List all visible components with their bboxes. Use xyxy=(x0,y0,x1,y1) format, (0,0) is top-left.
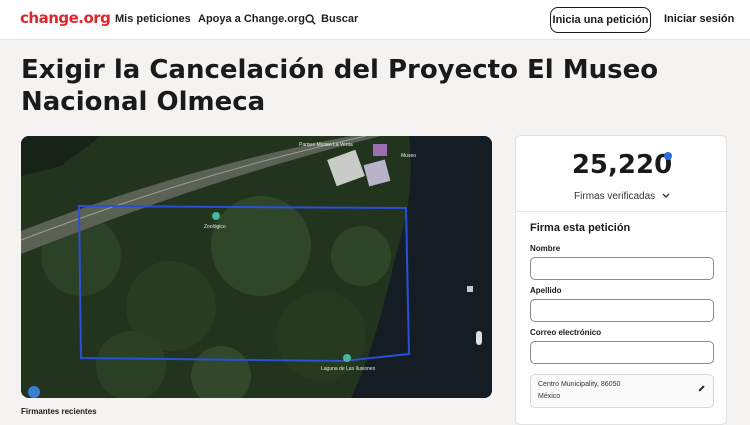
login-link[interactable]: Iniciar sesión xyxy=(664,13,734,25)
map-label-lagoon: Laguna de Las Ilusiones xyxy=(321,366,376,372)
pencil-icon[interactable] xyxy=(697,384,706,393)
email-field[interactable] xyxy=(530,341,714,364)
signature-card: 25,220 Firmas verificadas Firma esta pet… xyxy=(515,135,728,425)
verified-check-icon xyxy=(664,152,672,160)
petition-title: Exigir la Cancelación del Proyecto El Mu… xyxy=(21,55,659,117)
chevron-down-icon xyxy=(662,193,670,198)
nav-support-change[interactable]: Apoya a Change.org xyxy=(198,13,305,25)
location-country: México xyxy=(538,393,561,400)
recent-signers-heading: Firmantes recientes xyxy=(21,407,97,416)
satellite-map xyxy=(21,136,492,398)
change-org-logo[interactable]: change.org xyxy=(20,9,111,27)
map-label-museum: Museo xyxy=(401,153,417,159)
first-name-field[interactable] xyxy=(530,257,714,280)
map-label-museum-park: Parque Museo La Venta xyxy=(299,142,353,148)
sign-form-title: Firma esta petición xyxy=(530,222,631,234)
last-name-field[interactable] xyxy=(530,299,714,322)
verified-signatures-toggle[interactable]: Firmas verificadas xyxy=(516,191,728,202)
nav-search-label: Buscar xyxy=(321,13,359,25)
nav-search[interactable]: Buscar xyxy=(305,13,358,25)
verified-signatures-label: Firmas verificadas xyxy=(574,191,656,202)
last-name-label: Apellido xyxy=(530,286,562,295)
top-navigation-bar: change.org Mis peticiones Apoya a Change… xyxy=(0,0,750,40)
location-city: Centro Municipality, 86050 xyxy=(538,381,621,388)
card-divider xyxy=(516,211,728,212)
map-label-zoo: Zoológico xyxy=(204,224,226,230)
location-box[interactable]: Centro Municipality, 86050 México xyxy=(530,374,714,408)
search-icon xyxy=(305,13,316,25)
nav-my-petitions[interactable]: Mis peticiones xyxy=(115,13,191,25)
start-petition-button[interactable]: Inicia una petición xyxy=(550,7,651,33)
first-name-label: Nombre xyxy=(530,244,561,253)
signature-count: 25,220 xyxy=(571,150,673,180)
email-label: Correo electrónico xyxy=(530,328,602,337)
petition-map-image: Parque Museo La Venta Museo Zoológico La… xyxy=(21,136,492,398)
